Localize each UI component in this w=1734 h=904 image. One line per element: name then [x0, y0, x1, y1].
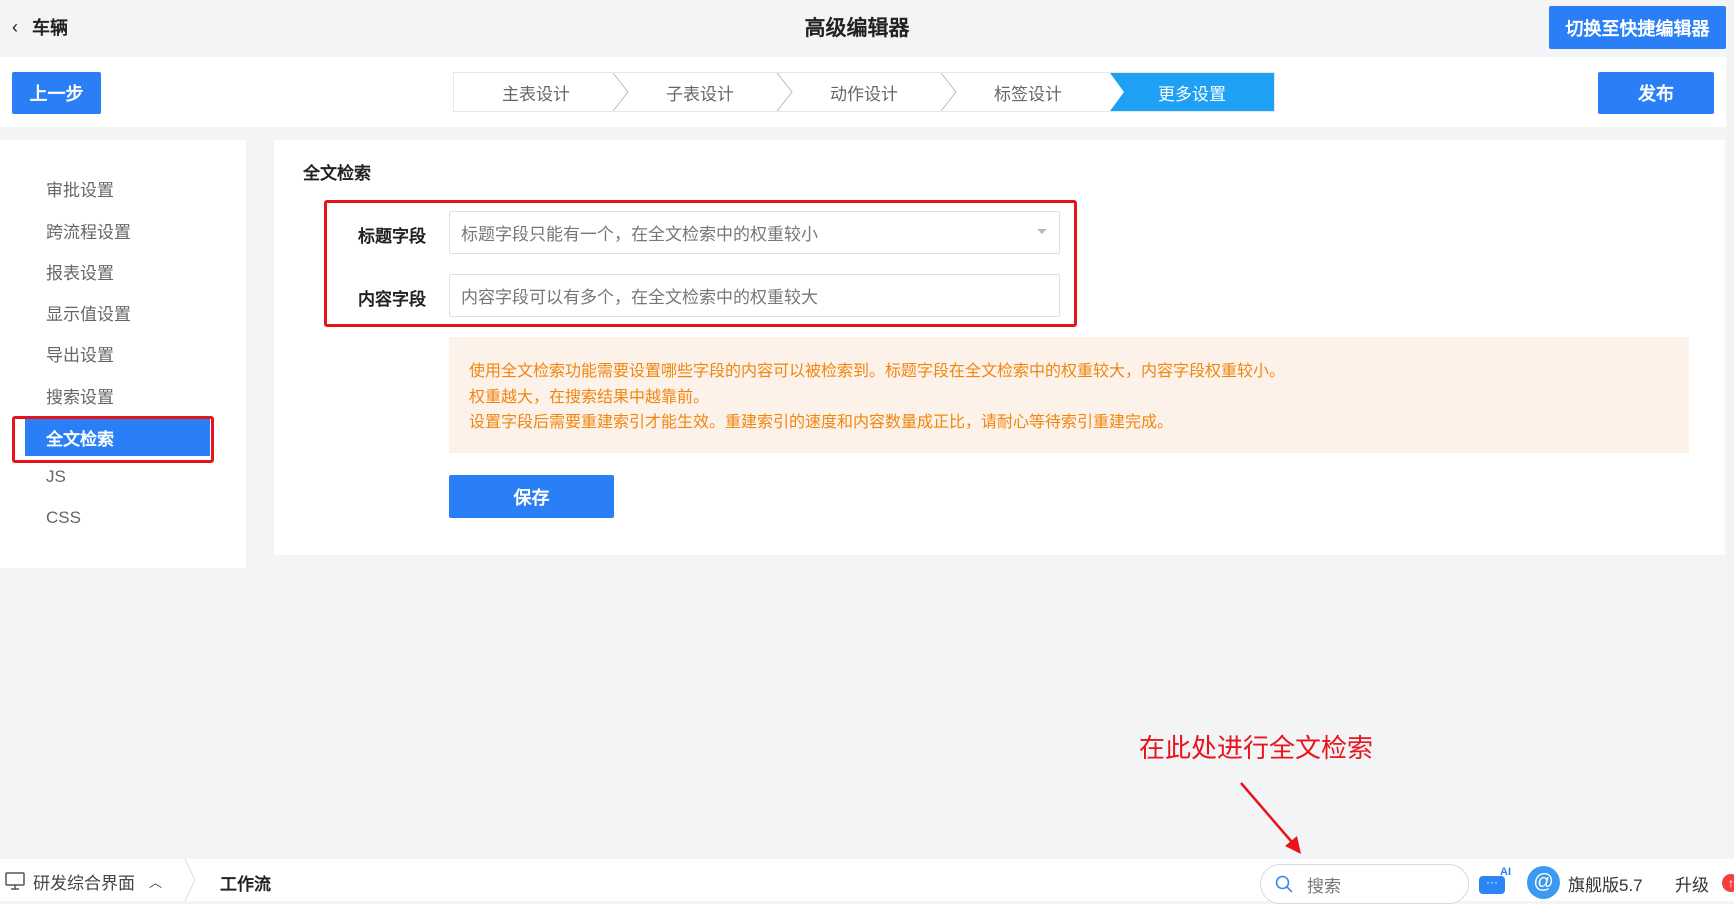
- notice-line: 设置字段后需要重建索引才能生效。重建索引的速度和内容数量成正比，请耐心等待索引重…: [469, 414, 1174, 431]
- content-field-placeholder: 内容字段可以有多个，在全文检索中的权重较大: [461, 288, 818, 307]
- upgrade-arrow-icon[interactable]: ↑: [1722, 874, 1734, 892]
- dropdown-arrow-icon: [1037, 229, 1047, 239]
- step-separator-icon: [612, 73, 629, 111]
- highlight-box: [12, 416, 214, 463]
- upgrade-link[interactable]: 升级: [1675, 871, 1709, 896]
- ai-badge: AI: [1500, 866, 1511, 878]
- content-field-label: 内容字段: [358, 290, 426, 309]
- sidebar-item-export[interactable]: 导出设置: [25, 334, 210, 372]
- annotation-arrow-icon: [1240, 782, 1301, 854]
- annotation-text: 在此处进行全文检索: [1139, 733, 1374, 763]
- ai-chat-icon[interactable]: ··· AI: [1479, 866, 1513, 896]
- chevron-up-icon: ︿: [149, 874, 163, 890]
- step-separator-icon: [940, 73, 957, 111]
- sidebar-item-cross-flow[interactable]: 跨流程设置: [25, 211, 210, 249]
- title-field-label: 标题字段: [358, 227, 426, 246]
- workspace-label: 研发综合界面: [33, 873, 135, 893]
- step-action[interactable]: 动作设计: [782, 73, 957, 111]
- notice-line: 使用全文检索功能需要设置哪些字段的内容可以被检索到。标题字段在全文检索中的权重较…: [469, 363, 1286, 380]
- breadcrumb-separator-icon: [184, 859, 196, 901]
- prev-step-button[interactable]: 上一步: [12, 72, 101, 114]
- sidebar-item-js[interactable]: JS: [25, 458, 210, 496]
- monitor-icon: [5, 872, 25, 890]
- notice-box: 使用全文检索功能需要设置哪些字段的内容可以被检索到。标题字段在全文检索中的权重较…: [449, 337, 1689, 453]
- section-title: 全文检索: [303, 164, 371, 183]
- step-tag[interactable]: 标签设计: [946, 73, 1110, 111]
- search-placeholder: 搜索: [1307, 876, 1341, 896]
- sidebar-item-css[interactable]: CSS: [25, 499, 210, 537]
- step-bar: 主表设计 子表设计 动作设计 标签设计 更多设置: [453, 72, 1275, 112]
- title-field-select[interactable]: 标题字段只能有一个，在全文检索中的权重较小: [449, 211, 1060, 254]
- step-main-table[interactable]: 主表设计: [454, 73, 629, 111]
- search-icon: [1275, 875, 1293, 893]
- step-more-settings[interactable]: 更多设置: [1110, 73, 1274, 111]
- current-app-label: 工作流: [220, 875, 271, 894]
- page-title: 高级编辑器: [804, 17, 910, 40]
- step-separator-icon: [776, 73, 793, 111]
- settings-sidebar: 审批设置 跨流程设置 报表设置 显示值设置 导出设置 搜索设置 全文检索 JS …: [0, 140, 246, 568]
- publish-button[interactable]: 发布: [1598, 72, 1714, 114]
- workspace-switcher[interactable]: 研发综合界面 ︿: [5, 866, 162, 896]
- title-field-placeholder: 标题字段只能有一个，在全文检索中的权重较小: [461, 225, 818, 244]
- notice-line: 权重越大，在搜索结果中越靠前。: [469, 388, 710, 406]
- sidebar-item-approval[interactable]: 审批设置: [25, 169, 210, 207]
- edition-label: 旗舰版5.7: [1568, 876, 1643, 895]
- switch-editor-button[interactable]: 切换至快捷编辑器: [1549, 6, 1726, 49]
- save-button[interactable]: 保存: [449, 475, 614, 518]
- brand-logo-icon: @: [1527, 866, 1560, 899]
- sidebar-item-search[interactable]: 搜索设置: [25, 376, 210, 414]
- sidebar-item-display-value[interactable]: 显示值设置: [25, 293, 210, 331]
- sidebar-item-report[interactable]: 报表设置: [25, 252, 210, 290]
- global-search-input[interactable]: 搜索: [1260, 864, 1469, 904]
- content-field-input[interactable]: 内容字段可以有多个，在全文检索中的权重较大: [449, 274, 1060, 317]
- step-sub-table[interactable]: 子表设计: [618, 73, 793, 111]
